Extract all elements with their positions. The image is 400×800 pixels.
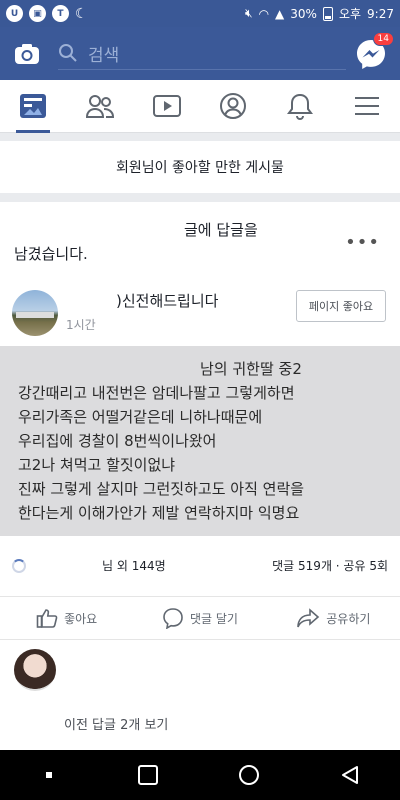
share-button[interactable]: 공유하기: [267, 597, 400, 639]
clock: 9:27: [367, 6, 394, 21]
post-card: 글에 답글을 남겼습니다. ••• )신전해드립니다 1시간 페이지 좋아요 남…: [0, 202, 400, 750]
ampm: 오후: [338, 7, 362, 21]
mute-icon: 🔇︎: [245, 6, 253, 20]
tab-profile[interactable]: [208, 80, 258, 133]
status-left-icons: U ▣ T ☾: [6, 5, 88, 22]
share-icon: [297, 608, 320, 628]
signal-icon: ▲: [275, 6, 285, 21]
tab-menu[interactable]: [342, 80, 392, 133]
reaction-icon: [12, 559, 26, 573]
like-button[interactable]: 좋아요: [0, 597, 133, 639]
like-page-button[interactable]: 페이지 좋아요: [296, 290, 386, 322]
thumbs-up-icon: [36, 609, 58, 628]
tab-notifications[interactable]: [275, 80, 325, 133]
post-line: 강간때리고 내전번은 암데나팔고 그렇게하면: [18, 384, 295, 402]
share-label: 공유하기: [326, 611, 371, 626]
moon-icon: ☾: [75, 5, 88, 22]
back-triangle-icon[interactable]: [339, 764, 361, 786]
notice-text-1: 글에 답글을: [184, 221, 258, 239]
suggested-posts-title: 회원님이 좋아할 만한 게시물: [116, 160, 284, 176]
tab-news-feed[interactable]: [8, 80, 58, 133]
post-image[interactable]: 남의 귀한딸 중2 강간때리고 내전번은 암데나팔고 그렇게하면 우리가족은 어…: [0, 346, 400, 536]
messenger-badge: 14: [372, 31, 394, 46]
gallery-icon: ▣: [29, 5, 46, 22]
commenter-avatar[interactable]: [14, 649, 56, 691]
app-icon: U: [6, 5, 23, 22]
post-header: )신전해드립니다 1시간 페이지 좋아요: [12, 288, 388, 338]
recent-dot-icon[interactable]: [39, 765, 59, 785]
watch-icon: [152, 95, 181, 117]
android-nav-bar: [0, 750, 400, 800]
post-line: 고2나 쳐먹고 할짓이없냐: [18, 456, 176, 474]
tab-friends[interactable]: [75, 80, 125, 133]
tab-watch[interactable]: [142, 80, 192, 133]
hamburger-icon: [354, 97, 379, 115]
search-placeholder: 검색: [88, 45, 120, 66]
post-line: 남의 귀한딸 중2: [200, 360, 302, 378]
post-line: 우리가족은 어떨거같은데 니하나때문에: [18, 408, 263, 426]
profile-icon: [220, 93, 247, 119]
news-feed-icon: [20, 94, 47, 118]
home-circle-icon[interactable]: [237, 763, 261, 787]
camera-icon[interactable]: [12, 39, 42, 69]
comment-share-count[interactable]: 댓글 519개 · 공유 5회: [272, 557, 388, 574]
like-label: 좋아요: [64, 611, 98, 626]
comment-notice: 글에 답글을 남겼습니다.: [14, 218, 354, 266]
messenger-button[interactable]: 14: [354, 31, 394, 71]
status-right: 🔇︎ ◠ ▲ 30% 오후 9:27: [245, 5, 394, 22]
comment-label: 댓글 달기: [190, 611, 238, 626]
search-bar[interactable]: 검색: [58, 38, 346, 70]
page-avatar[interactable]: [12, 290, 58, 336]
status-bar: U ▣ T ☾ 🔇︎ ◠ ▲ 30% 오후 9:27: [0, 0, 400, 27]
post-line: 우리집에 경찰이 8번씩이나왔어: [18, 432, 217, 450]
post-line: 한다는게 이해가안가 제발 연락하지마 익명요: [18, 504, 300, 522]
notice-text-2: 남겼습니다.: [14, 245, 88, 263]
search-icon: [59, 44, 77, 62]
comment-button[interactable]: 댓글 달기: [133, 597, 266, 639]
post-time[interactable]: 1시간: [66, 316, 96, 333]
top-bar: 검색 14: [0, 27, 400, 80]
battery-icon: [322, 6, 333, 21]
comment-icon: [163, 608, 183, 629]
bell-icon: [286, 93, 313, 120]
post-actions: 좋아요 댓글 달기 공유하기: [0, 596, 400, 640]
reactions-row: 님 외 144명 댓글 519개 · 공유 5회: [12, 557, 388, 577]
page-name[interactable]: )신전해드립니다: [116, 290, 218, 311]
suggested-posts-header: 회원님이 좋아할 만한 게시물: [0, 141, 400, 193]
talk-icon: T: [52, 5, 69, 22]
square-icon[interactable]: [137, 764, 159, 786]
battery-percent: 30%: [290, 6, 317, 21]
wifi-icon: ◠: [258, 6, 270, 21]
friends-icon: [85, 95, 114, 118]
reaction-count[interactable]: 님 외 144명: [102, 557, 166, 574]
post-line: 진짜 그렇게 살지마 그런짓하고도 아직 연락을: [18, 480, 305, 498]
more-options-button[interactable]: •••: [345, 232, 380, 253]
view-previous-replies[interactable]: 이전 답글 2개 보기: [64, 714, 168, 733]
tab-bar: [0, 80, 400, 133]
